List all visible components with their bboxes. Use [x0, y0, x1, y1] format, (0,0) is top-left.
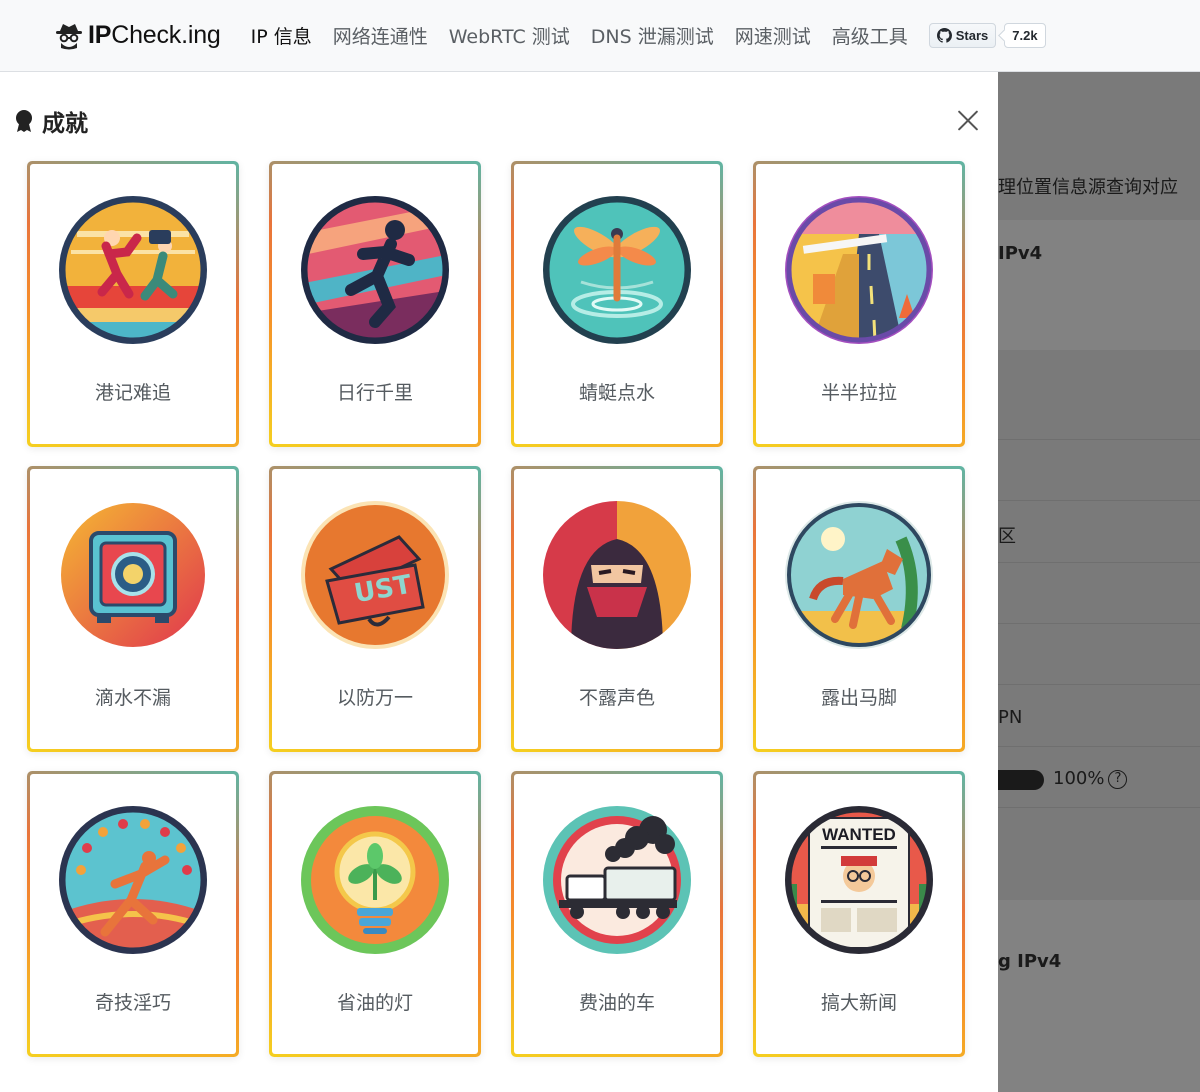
github-icon	[936, 28, 952, 43]
close-icon[interactable]	[954, 106, 982, 134]
bg-divider	[998, 562, 1200, 563]
modal-title: 成就	[14, 104, 88, 138]
wanted-newspaper-icon: WANTED	[783, 804, 935, 956]
github-stars-button[interactable]: Stars	[928, 23, 997, 48]
sprinting-figure-icon	[299, 194, 451, 346]
achievement-card[interactable]: 半半拉拉	[753, 161, 965, 447]
modal-title-text: 成就	[42, 111, 88, 137]
masked-ninja-icon	[541, 499, 693, 651]
juggler-icon	[57, 804, 209, 956]
bg-divider	[998, 746, 1200, 747]
bg-divider	[998, 439, 1200, 440]
horse-icon	[783, 499, 935, 651]
lightbulb-plant-icon	[299, 804, 451, 956]
achievement-label: 搞大新闻	[820, 992, 897, 1014]
bg-divider	[998, 807, 1200, 808]
achievement-label: 省油的灯	[336, 992, 413, 1014]
bg-percent-text: 100%?	[1053, 768, 1128, 789]
achievement-card[interactable]: 滴水不漏	[27, 466, 239, 752]
bg-card	[998, 220, 1200, 350]
achievement-label: 露出马脚	[820, 687, 897, 709]
achievements-modal: 成就 港记难追 日行千里 蜻蜓点水 半半拉拉 滴水不漏 UST 以防万一 不露声…	[0, 72, 998, 1092]
top-navbar: IPCheck.ing IP 信息 网络连通性 WebRTC 测试 DNS 泄漏…	[0, 0, 1200, 72]
bg-source-query-text: 理位置信息源查询对应	[998, 177, 1178, 198]
achievement-label: 蜻蜓点水	[578, 382, 655, 404]
runner-with-camera-icon	[57, 194, 209, 346]
safe-vault-icon	[57, 499, 209, 651]
spy-logo-icon	[56, 23, 82, 49]
nav-dns-leak-test[interactable]: DNS 泄漏测试	[591, 22, 714, 49]
nav-webrtc-test[interactable]: WebRTC 测试	[449, 22, 570, 49]
achievement-label: 半半拉拉	[820, 382, 897, 404]
dragonfly-icon	[541, 194, 693, 346]
svg-text:WANTED: WANTED	[822, 825, 896, 844]
achievement-card[interactable]: 蜻蜓点水	[511, 161, 723, 447]
achievement-card[interactable]: 费油的车	[511, 771, 723, 1057]
achievement-card[interactable]: UST 以防万一	[269, 466, 481, 752]
achievement-label: 滴水不漏	[94, 687, 171, 709]
open-suitcase-icon: UST	[299, 499, 451, 651]
achievement-label: 日行千里	[336, 382, 413, 404]
bg-progress-bar	[998, 770, 1044, 790]
bg-vpn-text: PN	[998, 707, 1023, 728]
achievement-card[interactable]: 奇技淫巧	[27, 771, 239, 1057]
half-built-road-icon	[783, 194, 935, 346]
modal-backdrop[interactable]: 理位置信息源查询对应 IPv4 区 PN 100%? g IPv4	[998, 72, 1200, 1092]
achievement-card[interactable]: 不露声色	[511, 466, 723, 752]
achievement-label: 不露声色	[578, 687, 655, 709]
bg-card	[998, 900, 1200, 1092]
nav-speed-test[interactable]: 网速测试	[735, 22, 811, 49]
github-stars-count[interactable]: 7.2k	[1004, 23, 1046, 48]
trophy-icon	[16, 110, 32, 132]
github-stars-label: Stars	[955, 28, 989, 43]
smoking-truck-icon	[541, 804, 693, 956]
achievement-label: 奇技淫巧	[94, 992, 171, 1014]
help-icon: ?	[1108, 770, 1128, 789]
achievement-label: 港记难追	[94, 382, 171, 404]
bg-ipv4-heading: IPv4	[998, 243, 1043, 264]
achievement-card[interactable]: 日行千里	[269, 161, 481, 447]
brand-name: IPCheck.ing	[88, 21, 221, 49]
bg-divider	[998, 500, 1200, 501]
brand[interactable]: IPCheck.ing	[54, 21, 221, 51]
achievement-card[interactable]: 省油的灯	[269, 771, 481, 1057]
achievement-card[interactable]: WANTED 搞大新闻	[753, 771, 965, 1057]
main-nav: IP 信息 网络连通性 WebRTC 测试 DNS 泄漏测试 网速测试 高级工具	[251, 22, 929, 49]
achievement-card[interactable]: 露出马脚	[753, 466, 965, 752]
nav-connectivity[interactable]: 网络连通性	[333, 22, 428, 49]
modal-header: 成就	[0, 72, 998, 156]
bg-divider	[998, 623, 1200, 624]
achievement-label: 以防万一	[336, 687, 413, 709]
achievement-card[interactable]: 港记难追	[27, 161, 239, 447]
bg-ipv4-heading-2: g IPv4	[998, 951, 1062, 972]
nav-advanced-tools[interactable]: 高级工具	[832, 22, 908, 49]
achievement-label: 费油的车	[578, 992, 655, 1014]
bg-divider	[998, 684, 1200, 685]
nav-ip-info[interactable]: IP 信息	[251, 22, 312, 49]
bg-region-text: 区	[998, 526, 1016, 547]
github-stars-widget: Stars 7.2k	[928, 23, 1046, 48]
